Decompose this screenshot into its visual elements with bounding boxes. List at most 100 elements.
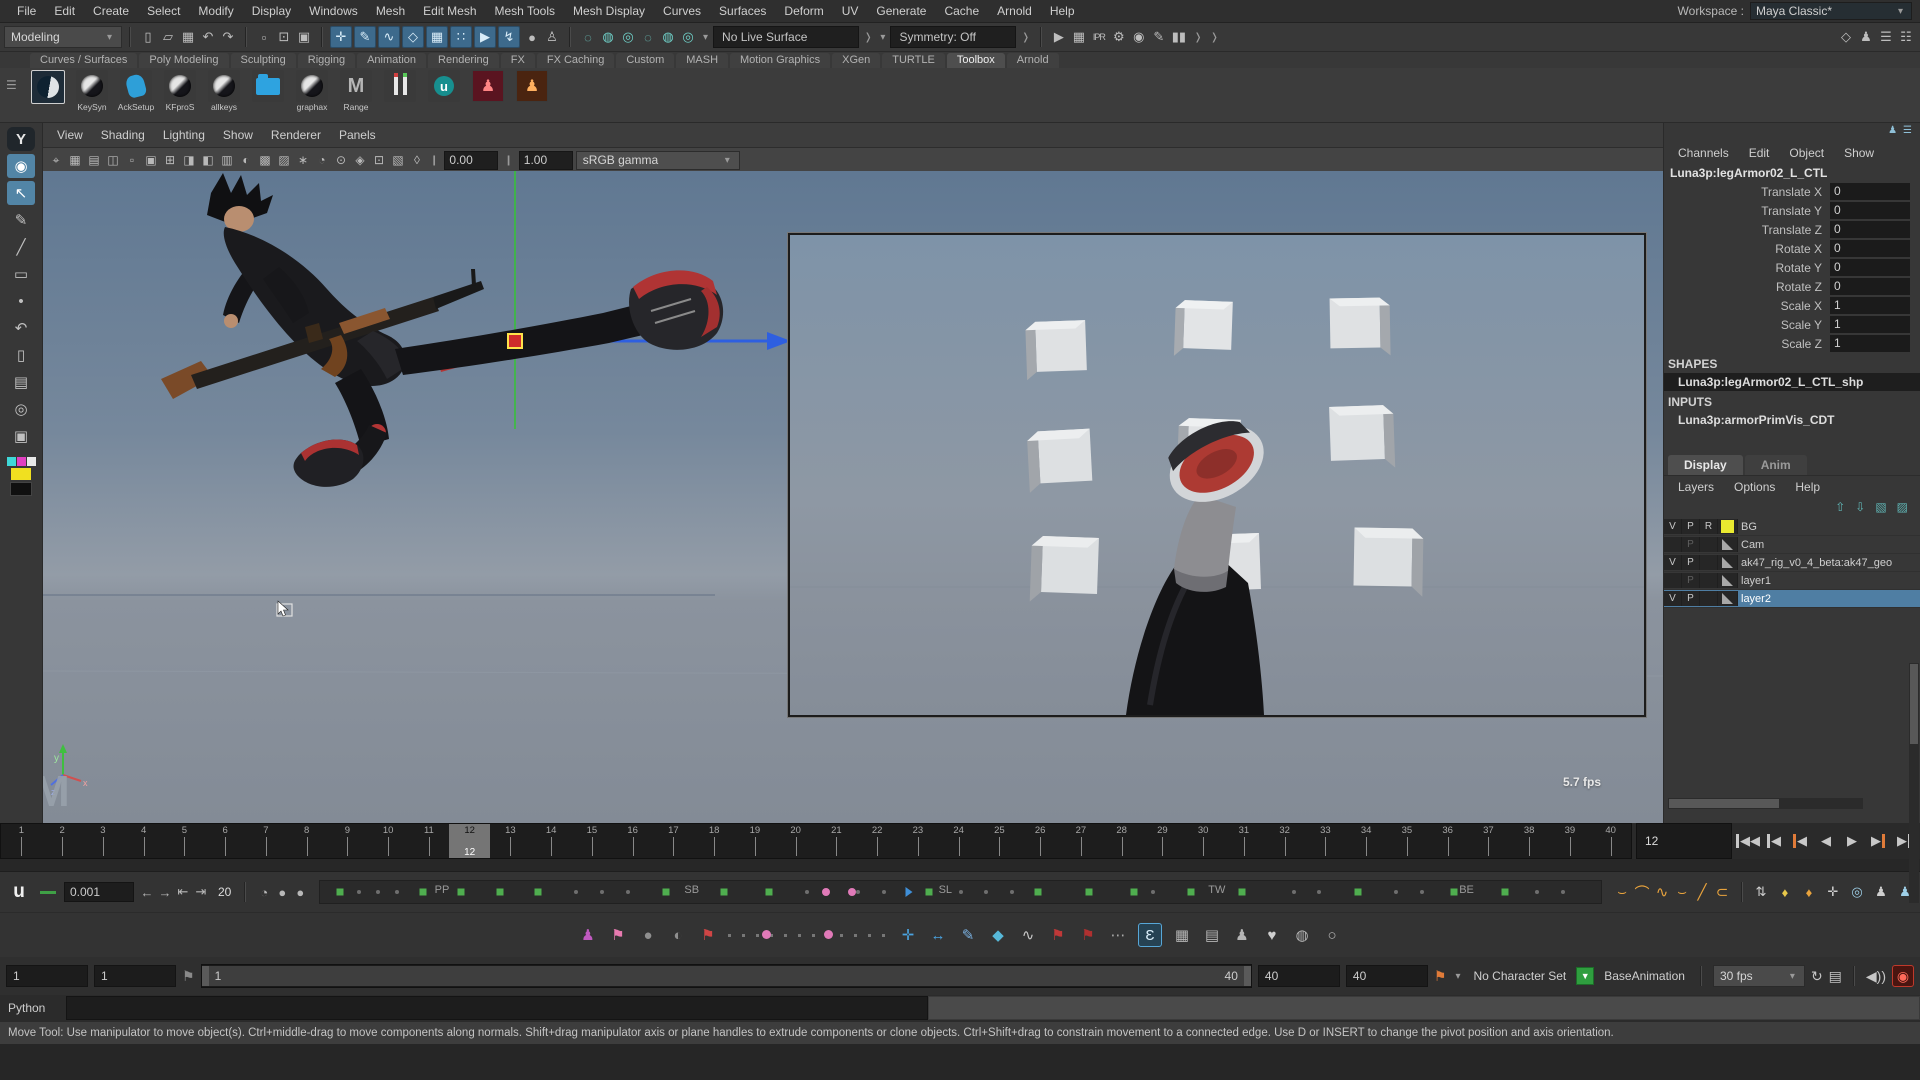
speed-field[interactable]: 0.001 — [64, 882, 134, 902]
viewport-menu-lighting[interactable]: Lighting — [155, 126, 213, 144]
render-view-icon[interactable]: ▶ — [1049, 27, 1069, 47]
timeline-frame[interactable]: 23 — [898, 824, 939, 858]
character-model[interactable] — [161, 173, 723, 487]
key-icon[interactable]: ● — [273, 885, 291, 900]
menu-deform[interactable]: Deform — [775, 2, 832, 20]
command-line-input[interactable] — [66, 996, 928, 1020]
layer-playback-toggle[interactable]: P — [1682, 573, 1700, 588]
shelf-item-Range[interactable]: MRange — [336, 70, 376, 112]
layer-playback-toggle[interactable]: P — [1682, 591, 1700, 606]
timeline-frame[interactable]: 16 — [612, 824, 653, 858]
layer-playback-toggle[interactable]: P — [1682, 519, 1700, 534]
channel-box-menu-show[interactable]: Show — [1836, 145, 1882, 161]
layer-playback-toggle[interactable]: P — [1682, 555, 1700, 570]
menu-file[interactable]: File — [8, 2, 45, 20]
jump-end-icon[interactable]: ⇥ — [192, 884, 210, 900]
viewport-tool-icon-4[interactable]: ▫ — [123, 151, 141, 169]
timeline-frame[interactable]: 5 — [164, 824, 205, 858]
command-line-language[interactable]: Python — [0, 996, 66, 1020]
timeline-frame[interactable]: 40 — [1590, 824, 1631, 858]
timeline-frame[interactable]: 14 — [531, 824, 572, 858]
bookmark-red-icon[interactable]: ⚑ — [1048, 926, 1068, 944]
input-node[interactable]: Luna3p:armorPrimVis_CDT — [1664, 411, 1920, 429]
prev-key-icon[interactable]: ← — [138, 885, 156, 900]
step-forward-key-button[interactable]: ▶ — [1866, 828, 1890, 854]
swap-keys-icon[interactable]: ⇅ — [1752, 884, 1770, 900]
shelf-tab-fx-caching[interactable]: FX Caching — [537, 53, 614, 68]
live-surface-field[interactable]: No Live Surface — [713, 26, 859, 48]
shelf-tab-toolbox[interactable]: Toolbox — [947, 53, 1005, 68]
shelf-tab-turtle[interactable]: TURTLE — [882, 53, 945, 68]
clipboard-icon[interactable]: ▣ — [7, 424, 35, 448]
person-icon[interactable]: ♟ — [1232, 926, 1252, 944]
timeline-frame[interactable]: 27 — [1061, 824, 1102, 858]
layer-move-down-icon[interactable]: ⇩ — [1855, 500, 1865, 514]
layer-visibility-toggle[interactable]: V — [1664, 591, 1682, 606]
lasso-tool-icon[interactable]: ✎ — [7, 208, 35, 232]
shelf-tab-mash[interactable]: MASH — [676, 53, 728, 68]
gamma-field[interactable]: 1.00 — [519, 151, 573, 170]
layer-visibility-toggle[interactable]: V — [1664, 519, 1682, 534]
loop-icon[interactable]: ↻ — [1811, 968, 1823, 985]
timeline-frame[interactable]: 8 — [286, 824, 327, 858]
construction-icon[interactable]: ◌ — [638, 27, 658, 47]
bookmark-gray-icon[interactable]: ⚑ — [182, 968, 195, 985]
layer-visibility-toggle[interactable] — [1664, 537, 1682, 552]
key2-icon[interactable]: ● — [291, 885, 309, 900]
menu-surfaces[interactable]: Surfaces — [710, 2, 775, 20]
anim-end-field[interactable]: 40 — [1346, 965, 1428, 987]
new-empty-layer-icon[interactable]: ▧ — [1875, 500, 1886, 514]
paint-effects-icon[interactable]: ✎ — [1149, 27, 1169, 47]
render-frame-icon[interactable]: ▦ — [1069, 27, 1089, 47]
viewport-tool-icon-1[interactable]: ▦ — [66, 151, 84, 169]
menu-modify[interactable]: Modify — [189, 2, 242, 20]
swatch-black[interactable] — [10, 482, 32, 496]
timeline-frame[interactable]: 10 — [368, 824, 409, 858]
key-orange-icon[interactable]: ♦ — [1800, 885, 1818, 900]
dot-slider[interactable] — [728, 931, 888, 939]
snap-point-icon[interactable]: ◇ — [402, 26, 424, 48]
tangent-spline-icon[interactable]: ⌒ — [1632, 882, 1652, 903]
move-manip-icon[interactable]: ✛ — [898, 926, 918, 944]
shelf-tab-motion-graphics[interactable]: Motion Graphics — [730, 53, 830, 68]
shelf-item-KeySyn[interactable]: KeySyn — [72, 70, 112, 112]
animbot-logo[interactable]: u — [6, 879, 32, 905]
timeline-frame[interactable]: 1212 — [449, 824, 490, 858]
viewport-menu-shading[interactable]: Shading — [93, 126, 153, 144]
heart-icon[interactable]: ♥ — [1262, 927, 1282, 944]
viewport-tool-icon-2[interactable]: ▤ — [85, 151, 103, 169]
timeline-frame[interactable]: 37 — [1468, 824, 1509, 858]
attribute-value-field[interactable]: 0 — [1830, 221, 1910, 238]
layer-reference-toggle[interactable] — [1700, 537, 1718, 552]
timeline-frame[interactable]: 17 — [653, 824, 694, 858]
menu-help[interactable]: Help — [1041, 2, 1084, 20]
anim-strip[interactable]: PPSBSLTWBE — [319, 880, 1602, 904]
timeline-frame[interactable]: 39 — [1550, 824, 1591, 858]
shape-node[interactable]: Luna3p:legArmor02_L_CTL_shp — [1664, 373, 1920, 391]
tangent-auto-icon[interactable]: ∿ — [1652, 883, 1672, 901]
layer-row-Cam[interactable]: PCam — [1664, 536, 1920, 554]
chevron-down-icon[interactable]: ▾ — [1455, 971, 1460, 982]
menu-arnold[interactable]: Arnold — [988, 2, 1041, 20]
layer-visibility-toggle[interactable] — [1664, 573, 1682, 588]
clapperboard-icon[interactable]: ▤ — [1829, 968, 1842, 985]
attribute-value-field[interactable]: 0 — [1830, 259, 1910, 276]
next-key-icon[interactable]: → — [156, 885, 174, 900]
layer-row-layer2[interactable]: VPlayer2 — [1664, 590, 1920, 608]
layer-editor-menu-options[interactable]: Options — [1726, 479, 1783, 495]
menu-generate[interactable]: Generate — [867, 2, 935, 20]
layer-reference-toggle[interactable] — [1700, 591, 1718, 606]
tangent-step-icon[interactable]: ⊂ — [1712, 883, 1732, 901]
viewport-tool-icon-18[interactable]: ▧ — [389, 151, 407, 169]
dot-tool-icon[interactable]: • — [7, 289, 35, 313]
sphere-icon[interactable]: ◍ — [1292, 926, 1312, 944]
viewport-tool-icon-10[interactable]: ◐ — [237, 151, 255, 169]
timeline-frame[interactable]: 1 — [1, 824, 42, 858]
menu-cache[interactable]: Cache — [935, 2, 988, 20]
pen-tool-icon[interactable]: ╱ — [7, 235, 35, 259]
shelf-tab-curves-surfaces[interactable]: Curves / Surfaces — [30, 53, 137, 68]
range-handle-right[interactable] — [1244, 966, 1251, 986]
tween-icon[interactable]: ↔ — [928, 927, 948, 944]
timeline-frame[interactable]: 30 — [1183, 824, 1224, 858]
viewport-tool-icon-5[interactable]: ▣ — [142, 151, 160, 169]
